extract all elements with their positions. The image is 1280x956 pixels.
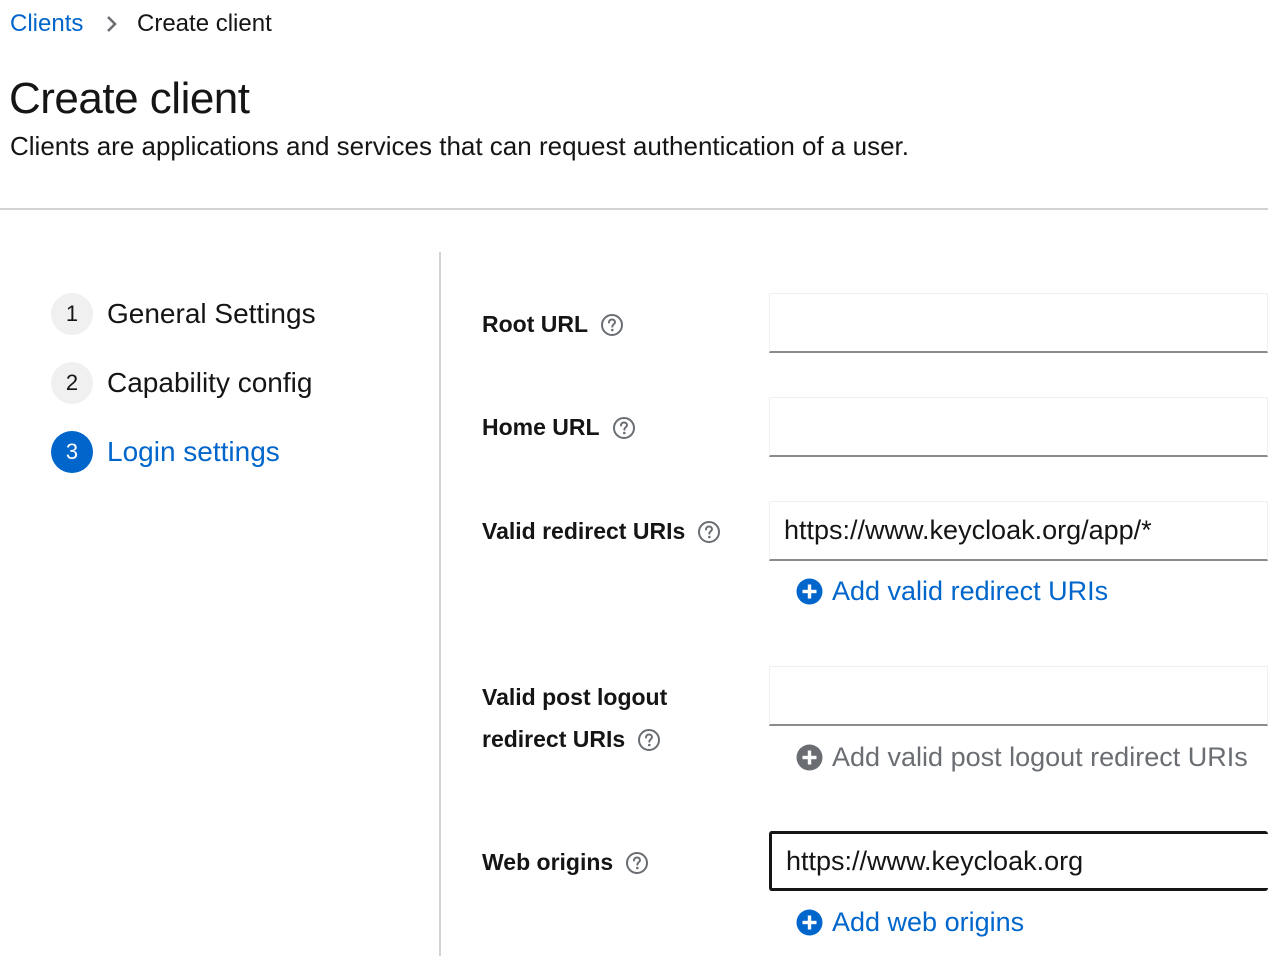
wizard-step-capability-config[interactable]: 2 Capability config bbox=[51, 362, 312, 404]
step-label: Capability config bbox=[107, 367, 313, 398]
add-valid-post-logout-redirect-uris-button[interactable]: Add valid post logout redirect URIs bbox=[796, 742, 1248, 773]
add-valid-post-logout-label: Add valid post logout redirect URIs bbox=[832, 742, 1248, 772]
plus-circle-icon bbox=[796, 909, 823, 936]
breadcrumb-link-clients[interactable]: Clients bbox=[10, 10, 83, 38]
page-description: Clients are applications and services th… bbox=[10, 131, 909, 161]
step-label: Login settings bbox=[107, 436, 280, 467]
plus-circle-icon bbox=[796, 744, 823, 771]
help-icon[interactable] bbox=[612, 416, 636, 440]
valid-post-logout-label-text2: redirect URIs bbox=[482, 726, 626, 752]
add-valid-redirect-uris-label: Add valid redirect URIs bbox=[832, 576, 1109, 606]
help-icon[interactable] bbox=[625, 851, 649, 875]
header-divider bbox=[0, 208, 1268, 210]
home-url-label-group: Home URL bbox=[482, 414, 636, 441]
step-number: 3 bbox=[51, 431, 93, 473]
valid-post-logout-label-line1: Valid post logout bbox=[482, 684, 667, 711]
valid-post-logout-redirect-uris-input[interactable] bbox=[769, 666, 1268, 726]
help-icon[interactable] bbox=[637, 728, 661, 752]
home-url-input[interactable] bbox=[769, 397, 1268, 457]
wizard-divider bbox=[439, 252, 441, 956]
add-valid-redirect-uris-button[interactable]: Add valid redirect URIs bbox=[796, 576, 1108, 607]
help-icon[interactable] bbox=[697, 520, 721, 544]
step-number: 1 bbox=[51, 293, 93, 335]
chevron-right-icon bbox=[104, 14, 120, 34]
web-origins-input[interactable] bbox=[769, 831, 1268, 891]
valid-redirect-uris-input[interactable] bbox=[769, 501, 1268, 561]
valid-redirect-uris-label: Valid redirect URIs bbox=[482, 518, 686, 544]
web-origins-label: Web origins bbox=[482, 849, 614, 875]
add-web-origins-label: Add web origins bbox=[832, 907, 1025, 937]
root-url-label-group: Root URL bbox=[482, 311, 624, 338]
breadcrumb-current: Create client bbox=[137, 10, 272, 37]
home-url-label: Home URL bbox=[482, 414, 600, 440]
valid-post-logout-label-line2: redirect URIs bbox=[482, 726, 661, 753]
plus-circle-icon bbox=[796, 578, 823, 605]
web-origins-label-group: Web origins bbox=[482, 849, 649, 876]
add-web-origins-button[interactable]: Add web origins bbox=[796, 907, 1024, 938]
help-icon[interactable] bbox=[600, 313, 624, 337]
wizard-step-login-settings[interactable]: 3 Login settings bbox=[51, 431, 280, 473]
step-number: 2 bbox=[51, 362, 93, 404]
page-title: Create client bbox=[9, 74, 250, 123]
wizard-step-general-settings[interactable]: 1 General Settings bbox=[51, 293, 316, 335]
valid-post-logout-label-text1: Valid post logout bbox=[482, 684, 668, 710]
step-label: General Settings bbox=[107, 298, 316, 329]
root-url-input[interactable] bbox=[769, 293, 1268, 353]
valid-redirect-uris-label-group: Valid redirect URIs bbox=[482, 518, 721, 545]
root-url-label: Root URL bbox=[482, 311, 589, 337]
